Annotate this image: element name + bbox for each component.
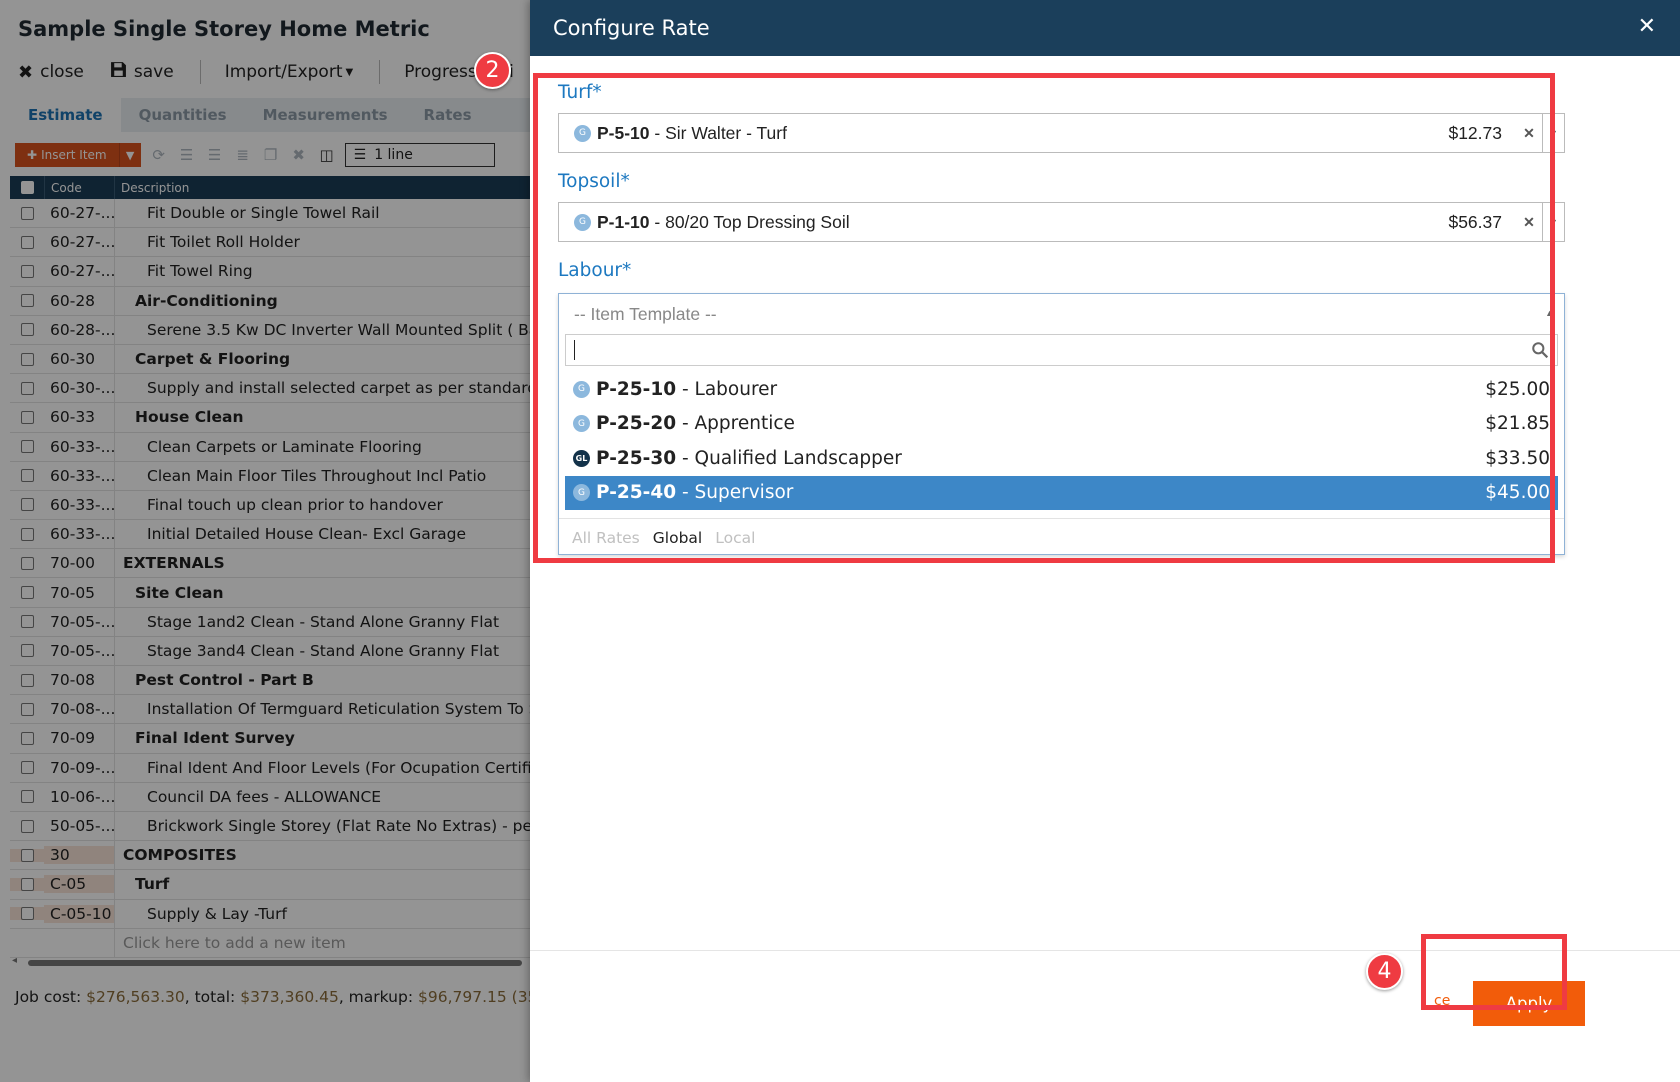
modal-backdrop[interactable] [0, 0, 530, 1082]
dialog-title: Configure Rate [553, 16, 710, 40]
dialog-header: Configure Rate ✕ [530, 0, 1680, 56]
step-4-marker: 4 [1366, 953, 1403, 990]
close-icon[interactable]: ✕ [1638, 14, 1656, 39]
step-2-marker: 2 [474, 52, 511, 89]
highlight-rate-fields [533, 73, 1555, 563]
highlight-apply-button [1421, 934, 1567, 1010]
